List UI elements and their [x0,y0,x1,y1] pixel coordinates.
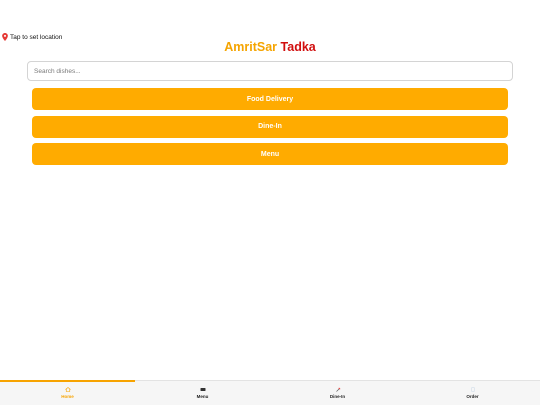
dine-in-icon [335,387,340,392]
dine-in-button[interactable]: Dine-In [32,115,508,138]
tab-menu[interactable]: Menu [135,381,270,405]
tab-home-label: Home [61,394,74,399]
menu-icon [200,388,205,391]
tab-dine-in[interactable]: Dine-In [270,381,405,405]
menu-button[interactable]: Menu [32,143,508,165]
search-input[interactable] [27,61,513,81]
tab-menu-label: Menu [196,394,209,399]
tab-dine-in-label: Dine-In [329,394,346,399]
bottom-tab-bar: Home Menu Dine-In Order [0,380,540,405]
tab-home[interactable]: Home [0,380,135,405]
tab-order-label: Order [466,394,479,399]
brand-name-part1: AmritSar [224,40,278,54]
app-screen: Tap to set location AmritSar Tadka Food … [0,0,540,405]
action-buttons: Food Delivery Dine-In Menu [32,88,508,171]
food-delivery-button[interactable]: Food Delivery [32,88,508,110]
home-icon [64,387,71,392]
tab-order[interactable]: Order [405,381,540,405]
order-icon [470,387,475,392]
brand-name-part2: Tadka [280,40,316,54]
brand-title: AmritSar Tadka [0,40,540,54]
